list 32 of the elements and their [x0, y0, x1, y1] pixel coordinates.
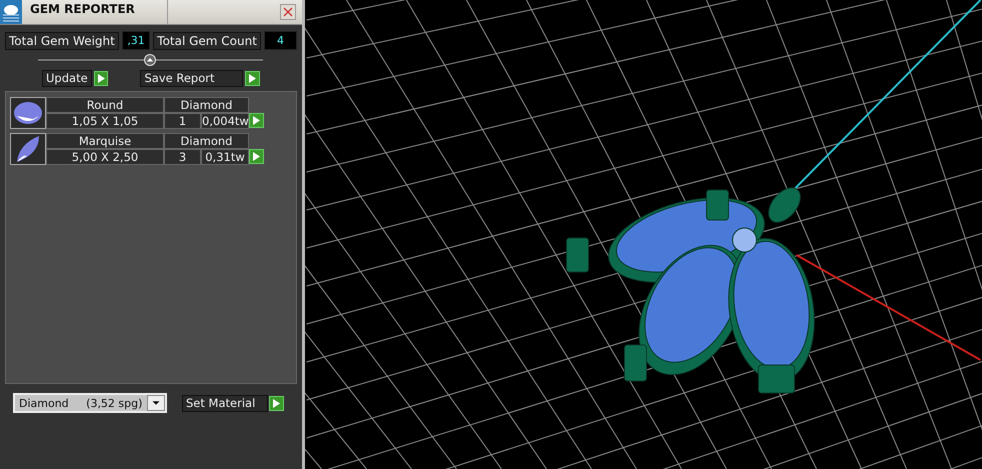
- play-icon: [249, 74, 256, 83]
- run-button[interactable]: [94, 71, 108, 86]
- run-button[interactable]: [269, 396, 284, 410]
- shape-cell: Marquise: [46, 133, 164, 149]
- total-value: 4: [264, 31, 297, 50]
- weight-cell: 0,31tw: [201, 149, 249, 165]
- play-icon: [98, 74, 105, 83]
- total-label: Total Gem Count: [153, 32, 261, 50]
- material-cell: Diamond: [164, 133, 249, 149]
- window-title: GEM REPORTER: [22, 0, 168, 24]
- app-icon: [0, 0, 22, 24]
- total-label: Total Gem Weight: [5, 32, 119, 50]
- action-button[interactable]: Save Report: [140, 70, 244, 87]
- size-cell: 5,00 X 2,50: [46, 149, 164, 165]
- caret-icon: [147, 395, 165, 411]
- close-button[interactable]: [280, 4, 296, 20]
- splitter-handle[interactable]: [38, 54, 263, 66]
- run-button[interactable]: [245, 71, 260, 86]
- set-material-button[interactable]: Set Material: [182, 394, 268, 412]
- play-icon: [253, 116, 260, 125]
- size-cell: 1,05 X 1,05: [46, 113, 164, 129]
- action-button[interactable]: Update: [42, 70, 92, 87]
- close-icon: [283, 7, 293, 17]
- material-cell: Diamond: [164, 97, 249, 113]
- play-icon: [273, 398, 280, 408]
- shape-cell: Round: [46, 97, 164, 113]
- play-icon: [253, 152, 260, 161]
- total-value: ,31: [122, 31, 150, 50]
- material-dropdown[interactable]: Diamond (3,52 spg): [13, 393, 167, 413]
- count-cell: 1: [164, 113, 201, 129]
- weight-cell: 0,004tw: [201, 113, 249, 129]
- count-cell: 3: [164, 149, 201, 165]
